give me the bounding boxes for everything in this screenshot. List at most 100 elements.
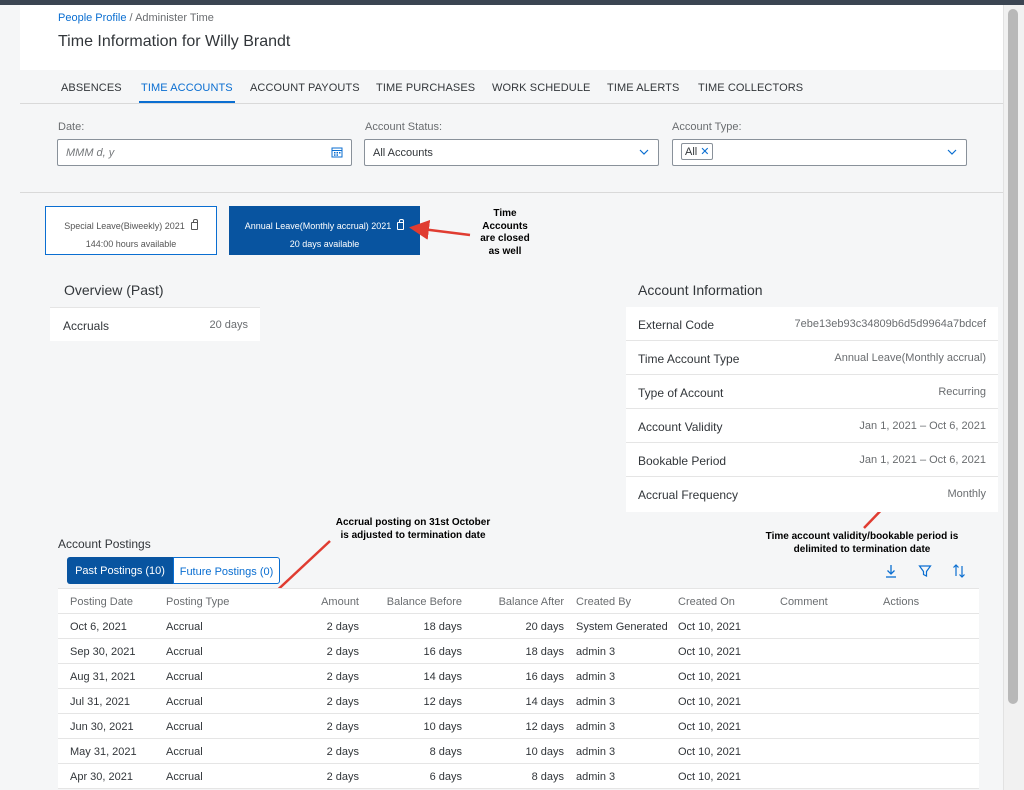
col-balance-before[interactable]: Balance Before: [387, 596, 462, 608]
tab-time-alerts[interactable]: TIME ALERTS: [607, 82, 679, 94]
date-label: Date:: [58, 121, 85, 133]
postings-table: Posting Date Posting Type Amount Balance…: [58, 588, 979, 789]
cell-balance-after: 14 days: [525, 696, 564, 708]
account-status-value: All Accounts: [373, 147, 433, 159]
info-value: Jan 1, 2021 – Oct 6, 2021: [859, 454, 986, 466]
time-account-card-special-leave[interactable]: Special Leave(Biweekly) 2021 144:00 hour…: [45, 206, 217, 255]
info-row-account-validity: Account Validity Jan 1, 2021 – Oct 6, 202…: [626, 409, 998, 443]
cell-posting-type: Accrual: [166, 696, 203, 708]
filter-bar: Date: MMM d, y Account Status: All Accou…: [20, 105, 1003, 193]
chevron-down-icon[interactable]: [946, 146, 958, 158]
col-posting-date[interactable]: Posting Date: [70, 596, 133, 608]
card-title: Special Leave(Biweekly) 2021: [64, 221, 185, 231]
table-row[interactable]: Jul 31, 2021 Accrual 2 days 12 days 14 days a…: [58, 689, 979, 714]
account-type-multiselect[interactable]: All ✕: [672, 139, 967, 166]
info-value: Annual Leave(Monthly accrual): [834, 352, 986, 364]
cell-posting-type: Accrual: [166, 771, 203, 783]
table-header-row: Posting Date Posting Type Amount Balance…: [58, 589, 979, 614]
time-account-card-annual-leave[interactable]: Annual Leave(Monthly accrual) 2021 20 da…: [229, 206, 420, 255]
cell-created-by: admin 3: [576, 746, 616, 758]
annotation-accounts-closed: Time Accounts are closed as well: [480, 208, 530, 257]
chevron-down-icon[interactable]: [638, 146, 650, 158]
cell-created-on: Oct 10, 2021: [678, 646, 741, 658]
account-status-label: Account Status:: [365, 121, 443, 133]
table-row[interactable]: Aug 31, 2021 Accrual 2 days 14 days 16 days a…: [58, 664, 979, 689]
card-subtitle: 20 days available: [289, 239, 360, 249]
cell-amount: 2 days: [326, 696, 359, 708]
cell-balance-after: 8 days: [531, 771, 564, 783]
page-header: People Profile / Administer Time Time In…: [20, 5, 1003, 70]
account-type-label: Account Type:: [672, 121, 742, 133]
cell-posting-type: Accrual: [166, 671, 203, 683]
account-postings-title: Account Postings: [58, 537, 151, 551]
cell-amount: 2 days: [326, 646, 359, 658]
info-row-bookable-period: Bookable Period Jan 1, 2021 – Oct 6, 2021: [626, 443, 998, 477]
info-row-time-account-type: Time Account Type Annual Leave(Monthly ac…: [626, 341, 998, 375]
cell-amount: 2 days: [326, 671, 359, 683]
cell-created-by: admin 3: [576, 696, 616, 708]
cell-balance-after: 20 days: [525, 621, 564, 633]
table-row[interactable]: Oct 6, 2021 Accrual 2 days 18 days 20 days Sy…: [58, 614, 979, 639]
cell-posting-date: Jul 31, 2021: [70, 696, 130, 708]
overview-title: Overview (Past): [64, 282, 164, 298]
tab-time-collectors[interactable]: TIME COLLECTORS: [698, 82, 803, 94]
vertical-scrollbar[interactable]: [1003, 5, 1024, 790]
cell-posting-date: Oct 6, 2021: [70, 621, 127, 633]
overview-value: 20 days: [209, 319, 248, 331]
cell-created-on: Oct 10, 2021: [678, 721, 741, 733]
cell-balance-after: 16 days: [525, 671, 564, 683]
cell-created-on: Oct 10, 2021: [678, 696, 741, 708]
cell-balance-before: 16 days: [423, 646, 462, 658]
cell-posting-date: Aug 31, 2021: [70, 671, 136, 683]
col-comment[interactable]: Comment: [780, 596, 828, 608]
cell-posting-type: Accrual: [166, 746, 203, 758]
cell-posting-date: Jun 30, 2021: [70, 721, 134, 733]
info-label: External Code: [638, 318, 715, 332]
cell-amount: 2 days: [326, 621, 359, 633]
breadcrumb-people-profile-link[interactable]: People Profile: [58, 12, 127, 24]
account-status-select[interactable]: All Accounts: [364, 139, 659, 166]
calendar-icon[interactable]: [331, 146, 343, 158]
tab-time-purchases[interactable]: TIME PURCHASES: [376, 82, 475, 94]
info-label: Account Validity: [638, 420, 723, 434]
past-postings-button[interactable]: Past Postings (10): [67, 557, 173, 584]
cell-balance-before: 8 days: [429, 746, 462, 758]
table-row[interactable]: Sep 30, 2021 Accrual 2 days 16 days 18 days a…: [58, 639, 979, 664]
tab-work-schedule[interactable]: WORK SCHEDULE: [492, 82, 590, 94]
date-placeholder: MMM d, y: [66, 147, 115, 159]
cell-balance-before: 12 days: [423, 696, 462, 708]
cell-balance-after: 12 days: [525, 721, 564, 733]
remove-token-icon[interactable]: ✕: [700, 146, 709, 158]
cell-created-on: Oct 10, 2021: [678, 621, 741, 633]
tab-time-accounts[interactable]: TIME ACCOUNTS: [139, 82, 235, 103]
sort-icon[interactable]: [951, 563, 967, 579]
cell-created-by: admin 3: [576, 721, 616, 733]
breadcrumb-current: Administer Time: [135, 12, 214, 24]
cell-posting-type: Accrual: [166, 646, 203, 658]
scrollbar-thumb[interactable]: [1008, 9, 1018, 704]
download-icon[interactable]: [883, 563, 899, 579]
account-type-token[interactable]: All ✕: [681, 143, 714, 160]
col-amount[interactable]: Amount: [321, 596, 359, 608]
future-postings-button[interactable]: Future Postings (0): [173, 557, 280, 584]
table-row[interactable]: May 31, 2021 Accrual 2 days 8 days 10 days ad…: [58, 739, 979, 764]
tab-account-payouts[interactable]: ACCOUNT PAYOUTS: [250, 82, 360, 94]
col-balance-after[interactable]: Balance After: [499, 596, 564, 608]
cell-amount: 2 days: [326, 771, 359, 783]
table-row[interactable]: Jun 30, 2021 Accrual 2 days 10 days 12 days a…: [58, 714, 979, 739]
cell-balance-before: 6 days: [429, 771, 462, 783]
info-value: Jan 1, 2021 – Oct 6, 2021: [859, 420, 986, 432]
col-created-by[interactable]: Created By: [576, 596, 631, 608]
date-field[interactable]: MMM d, y: [57, 139, 352, 166]
tab-absences[interactable]: ABSENCES: [61, 82, 122, 94]
info-row-type-of-account: Type of Account Recurring: [626, 375, 998, 409]
card-title: Annual Leave(Monthly accrual) 2021: [244, 221, 392, 231]
filter-icon[interactable]: [917, 563, 933, 579]
cell-created-by: admin 3: [576, 771, 616, 783]
col-created-on[interactable]: Created On: [678, 596, 735, 608]
col-posting-type[interactable]: Posting Type: [166, 596, 229, 608]
cell-posting-type: Accrual: [166, 621, 203, 633]
cell-amount: 2 days: [326, 746, 359, 758]
arrow-to-card: [409, 219, 471, 240]
table-row[interactable]: Apr 30, 2021 Accrual 2 days 6 days 8 days adm…: [58, 764, 979, 789]
